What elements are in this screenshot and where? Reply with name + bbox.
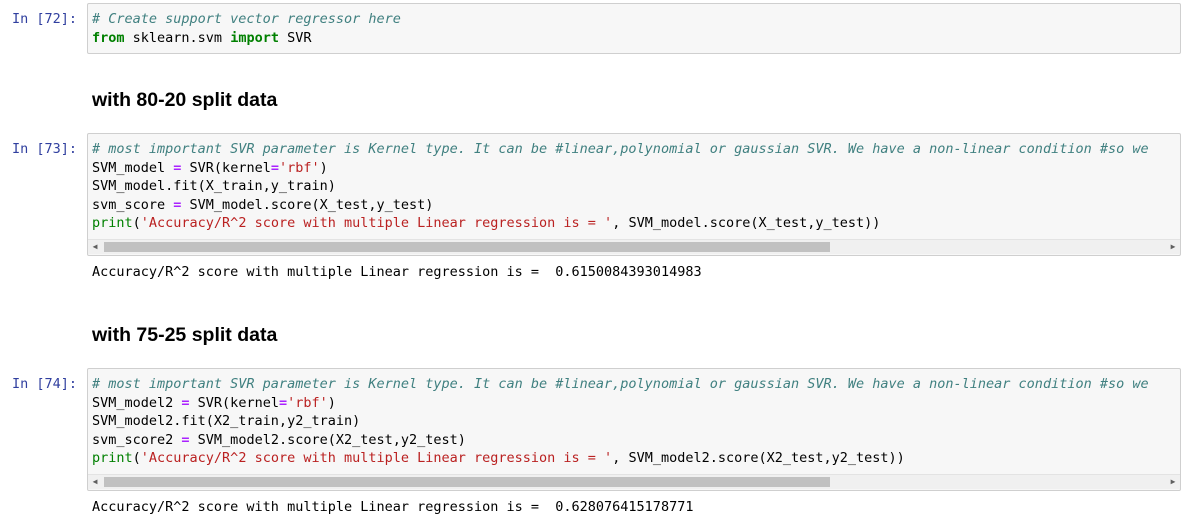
code-text: , SVM_model.score(X_test,y_test)) <box>612 215 881 232</box>
scroll-right-icon[interactable]: ▶ <box>1166 475 1180 489</box>
code-text: ) <box>327 394 336 411</box>
code-text: SVR(kernel <box>181 159 271 176</box>
keyword-from: from <box>92 29 125 46</box>
scroll-left-icon[interactable]: ◀ <box>88 240 102 254</box>
cell-72-prompt: In [72]: <box>12 11 78 27</box>
code-comment: # most important SVR parameter is Kernel… <box>92 141 1149 157</box>
builtin-print: print <box>92 450 133 467</box>
operator: = <box>278 394 288 411</box>
markdown-heading-75-25: with 75-25 split data <box>92 324 278 346</box>
code-text: SVM_model2 <box>92 394 182 411</box>
code-text: SVM_model.fit(X_train,y_train) <box>92 178 336 195</box>
cell-74-prompt: In [74]: <box>12 376 78 392</box>
horizontal-scrollbar[interactable]: ◀ ▶ <box>88 474 1180 489</box>
cell-73-prompt: In [73]: <box>12 141 78 157</box>
code-text: ( <box>132 215 141 232</box>
code-cell-73[interactable]: # most important SVR parameter is Kernel… <box>87 133 1181 256</box>
builtin-print: print <box>92 215 133 232</box>
scrollbar-thumb[interactable] <box>104 242 830 252</box>
code-text: SVM_model2.fit(X2_train,y2_train) <box>92 413 361 430</box>
code-text: , SVM_model2.score(X2_test,y2_test)) <box>612 450 905 467</box>
code-text: ) <box>319 159 328 176</box>
code-text: svm_score2 <box>92 431 182 448</box>
code-text: ( <box>132 450 141 467</box>
markdown-heading-80-20: with 80-20 split data <box>92 89 278 111</box>
code-comment: # Create support vector regressor here <box>92 11 401 27</box>
code-comment: # most important SVR parameter is Kernel… <box>92 376 1149 392</box>
scroll-right-icon[interactable]: ▶ <box>1166 240 1180 254</box>
string-literal: 'rbf' <box>278 159 320 176</box>
scrollbar-thumb[interactable] <box>104 477 830 487</box>
operator: = <box>270 159 279 176</box>
scroll-left-icon[interactable]: ◀ <box>88 475 102 489</box>
string-literal: 'Accuracy/R^2 score with multiple Linear… <box>140 215 613 232</box>
code-cell-74[interactable]: # most important SVR parameter is Kernel… <box>87 368 1181 491</box>
code-text: SVM_model2.score(X2_test,y2_test) <box>189 431 466 448</box>
cell-73-output: Accuracy/R^2 score with multiple Linear … <box>92 264 702 280</box>
code-editor[interactable]: # most important SVR parameter is Kernel… <box>88 369 1180 468</box>
operator: = <box>181 431 190 448</box>
code-text: SVM_model.score(X_test,y_test) <box>181 196 434 213</box>
string-literal: 'rbf' <box>287 394 328 411</box>
code-text: SVR(kernel <box>189 394 279 411</box>
cell-74-output: Accuracy/R^2 score with multiple Linear … <box>92 499 694 515</box>
code-cell-72[interactable]: # Create support vector regressor here f… <box>87 3 1181 54</box>
string-literal: 'Accuracy/R^2 score with multiple Linear… <box>140 450 613 467</box>
code-editor[interactable]: # Create support vector regressor here f… <box>88 4 1180 47</box>
code-text: SVM_model <box>92 159 174 176</box>
keyword-import: import <box>230 29 279 46</box>
code-editor[interactable]: # most important SVR parameter is Kernel… <box>88 134 1180 233</box>
module-name: sklearn.svm <box>124 29 231 46</box>
operator: = <box>181 394 190 411</box>
import-target: SVR <box>278 29 312 46</box>
code-text: svm_score <box>92 196 174 213</box>
horizontal-scrollbar[interactable]: ◀ ▶ <box>88 239 1180 254</box>
